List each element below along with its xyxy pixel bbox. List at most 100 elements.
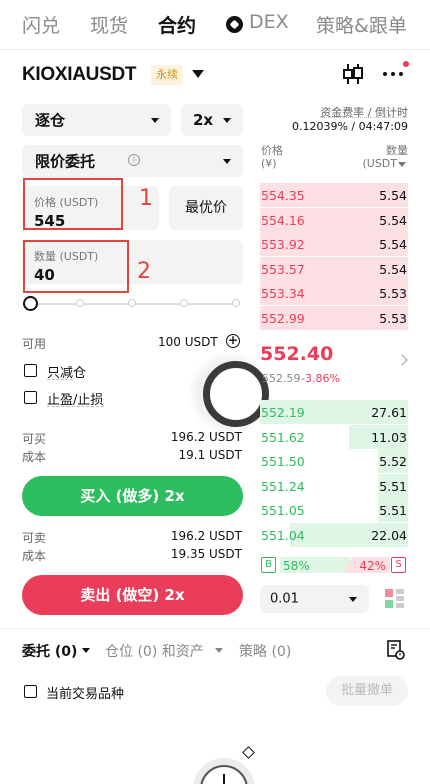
- annotation-box-2: [23, 240, 129, 293]
- slider-tick[interactable]: [232, 299, 240, 307]
- funding-rate-value: 0.12039% / 04:47:09: [292, 120, 408, 133]
- orderbook-layout-icon[interactable]: [385, 589, 405, 609]
- best-price-button[interactable]: 最优价: [169, 186, 243, 230]
- bid-quantity: 5.51: [379, 503, 407, 518]
- buy-long-button[interactable]: 买入 (做多) 2x: [22, 476, 243, 516]
- bid-price: 551.62: [261, 430, 305, 445]
- annotation-number-1: 1: [139, 186, 153, 211]
- bid-price: 551.50: [261, 454, 305, 469]
- tab-swap[interactable]: 闪兑: [22, 11, 60, 38]
- ob-qty-unit-select[interactable]: (USDT: [362, 157, 397, 170]
- ask-quantity: 5.53: [379, 311, 407, 326]
- chevron-down-icon: [223, 159, 231, 164]
- buy-cost-value: 19.1 USDT: [178, 448, 242, 462]
- bid-quantity: 5.51: [379, 479, 407, 494]
- can-sell-label: 可卖: [22, 529, 46, 546]
- current-symbol-label: 当前交易品种: [46, 683, 124, 702]
- tab-positions[interactable]: 仓位 (0) 和资产: [105, 641, 204, 661]
- funding-rate-label[interactable]: 资金费率 / 倒计时: [320, 104, 408, 120]
- reduce-only-checkbox[interactable]: [24, 364, 37, 377]
- ask-price: 554.16: [261, 213, 305, 228]
- price-change: -3.86%: [301, 372, 340, 385]
- ask-price: 553.34: [261, 286, 305, 301]
- chevron-down-icon[interactable]: [82, 648, 90, 653]
- bid-row[interactable]: 551.50 5.52: [260, 449, 408, 473]
- ob-price-header: 价格: [261, 142, 283, 158]
- info-icon[interactable]: i: [128, 154, 140, 166]
- margin-mode-select[interactable]: 逐仓: [22, 104, 171, 136]
- top-nav: 闪兑 现货 合约 DEX 策略&跟单: [0, 0, 430, 50]
- tab-strategy-copy[interactable]: 策略&跟单: [316, 11, 407, 38]
- slider-tick[interactable]: [76, 299, 84, 307]
- diamond-icon: [242, 746, 255, 759]
- chevron-right-icon[interactable]: [396, 354, 407, 365]
- order-type-select[interactable]: 限价委托 i: [22, 145, 243, 177]
- slider-handle[interactable]: [23, 296, 38, 311]
- symbol-dropdown-icon[interactable]: [192, 70, 204, 78]
- ask-row[interactable]: 553.34 5.53: [260, 281, 408, 305]
- leverage-select[interactable]: 2x: [181, 104, 243, 136]
- chevron-down-icon[interactable]: [398, 162, 406, 167]
- bid-row[interactable]: 552.19 27.61: [260, 400, 408, 424]
- ask-row[interactable]: 552.99 5.53: [260, 306, 408, 330]
- dashed-underline: [47, 406, 104, 407]
- margin-mode-value: 逐仓: [35, 110, 65, 131]
- order-type-value: 限价委托: [35, 151, 95, 172]
- ask-row[interactable]: 554.16 5.54: [260, 208, 408, 232]
- available-label: 可用: [22, 335, 46, 352]
- buy-cost-label: 成本: [22, 448, 46, 465]
- dex-ball-icon: [226, 16, 243, 33]
- ask-row[interactable]: 553.57 5.54: [260, 257, 408, 281]
- sell-cost-value: 19.35 USDT: [171, 547, 242, 561]
- bid-price: 551.04: [261, 528, 305, 543]
- bid-row[interactable]: 551.05 5.51: [260, 498, 408, 522]
- precision-select[interactable]: 0.01: [260, 585, 369, 613]
- bid-row[interactable]: 551.04 22.04: [260, 523, 408, 547]
- tab-orders[interactable]: 委托 (0): [22, 641, 77, 661]
- buy-ratio-tag: B: [261, 557, 276, 573]
- annotation-box-1: [23, 178, 123, 230]
- tp-sl-checkbox[interactable]: [24, 391, 37, 404]
- mark-price: 552.59: [262, 372, 301, 385]
- perpetual-badge: 永续: [151, 65, 183, 85]
- ask-price: 552.99: [261, 311, 305, 326]
- slider-tick[interactable]: [180, 299, 188, 307]
- more-icon[interactable]: [381, 70, 407, 78]
- sell-short-button[interactable]: 卖出 (做空) 2x: [22, 575, 243, 615]
- candlestick-chart-icon[interactable]: [342, 62, 364, 86]
- ask-price: 553.92: [261, 237, 305, 252]
- can-buy-value: 196.2 USDT: [171, 430, 242, 444]
- chevron-down-icon: [151, 118, 159, 123]
- current-symbol-checkbox[interactable]: [24, 685, 37, 698]
- ask-quantity: 5.54: [379, 213, 407, 228]
- ask-quantity: 5.54: [379, 237, 407, 252]
- bid-price: 551.24: [261, 479, 305, 494]
- bid-quantity: 22.04: [371, 528, 407, 543]
- slider-tick[interactable]: [128, 299, 136, 307]
- bid-row[interactable]: 551.24 5.51: [260, 474, 408, 498]
- chevron-down-icon: [223, 118, 231, 123]
- ask-row[interactable]: 553.92 5.54: [260, 232, 408, 256]
- sell-cost-label: 成本: [22, 547, 46, 564]
- precision-value: 0.01: [270, 592, 299, 607]
- transfer-add-icon[interactable]: +: [226, 334, 240, 348]
- order-history-icon[interactable]: [387, 640, 405, 660]
- last-price: 552.40: [260, 343, 333, 365]
- leverage-value: 2x: [193, 111, 213, 129]
- ob-qty-header: 数量: [386, 142, 408, 158]
- divider: [0, 628, 430, 629]
- can-sell-value: 196.2 USDT: [171, 529, 242, 543]
- batch-cancel-button[interactable]: 批量撤单: [326, 676, 408, 706]
- tab-spot[interactable]: 现货: [90, 11, 128, 38]
- bid-row[interactable]: 551.62 11.03: [260, 425, 408, 449]
- tab-dex[interactable]: DEX: [249, 11, 289, 33]
- tab-strategy[interactable]: 策略 (0): [239, 641, 291, 661]
- bid-price: 551.05: [261, 503, 305, 518]
- ask-row[interactable]: 554.35 5.54: [260, 183, 408, 207]
- bid-quantity: 11.03: [371, 430, 407, 445]
- sell-ratio: 42%: [359, 559, 386, 573]
- floating-action-button[interactable]: [193, 758, 255, 784]
- tab-futures[interactable]: 合约: [158, 11, 196, 38]
- chevron-down-icon[interactable]: [215, 648, 223, 653]
- symbol-name[interactable]: KIOXIAUSDT: [22, 64, 136, 86]
